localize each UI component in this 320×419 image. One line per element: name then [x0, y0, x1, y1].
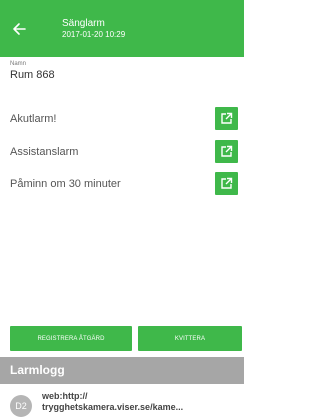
alarm-row-assistance: Assistanslarm	[0, 138, 244, 168]
alarm-row-reminder: Påminn om 30 minuter	[0, 170, 244, 200]
alarm-log-title: Larmlogg	[10, 363, 65, 377]
name-label: Namn	[10, 61, 27, 67]
alarm-label: Akutlarm!	[10, 113, 57, 125]
register-action-button[interactable]: REGISTRERA ÅTGÄRD	[10, 326, 132, 351]
name-value: Rum 868	[10, 69, 55, 81]
log-entry-line: web:http://	[42, 391, 88, 401]
open-alarm-button[interactable]	[215, 140, 238, 163]
log-entry-text: web:http:// trygghetskamera.viser.se/kam…	[42, 391, 240, 413]
arrow-left-icon[interactable]	[8, 18, 30, 40]
alarm-timestamp: 2017-01-20 10:29	[62, 30, 126, 39]
page-title: Sänglarm	[62, 18, 105, 29]
open-external-icon	[221, 145, 233, 157]
acknowledge-button[interactable]: KVITTERA	[138, 326, 242, 351]
app-header: Sänglarm 2017-01-20 10:29	[0, 0, 244, 57]
log-entry-line: trygghetskamera.viser.se/kame...	[42, 402, 184, 412]
avatar: D2	[10, 395, 32, 417]
log-entry[interactable]: D2 web:http:// trygghetskamera.viser.se/…	[0, 385, 244, 419]
open-alarm-button[interactable]	[215, 107, 238, 130]
alarm-row-acute: Akutlarm!	[0, 105, 244, 135]
open-external-icon	[221, 177, 233, 189]
open-external-icon	[221, 112, 233, 124]
alarm-log-header: Larmlogg	[0, 357, 244, 384]
alarm-label: Assistanslarm	[10, 146, 79, 158]
alarm-label: Påminn om 30 minuter	[10, 178, 121, 190]
open-alarm-button[interactable]	[215, 172, 238, 195]
